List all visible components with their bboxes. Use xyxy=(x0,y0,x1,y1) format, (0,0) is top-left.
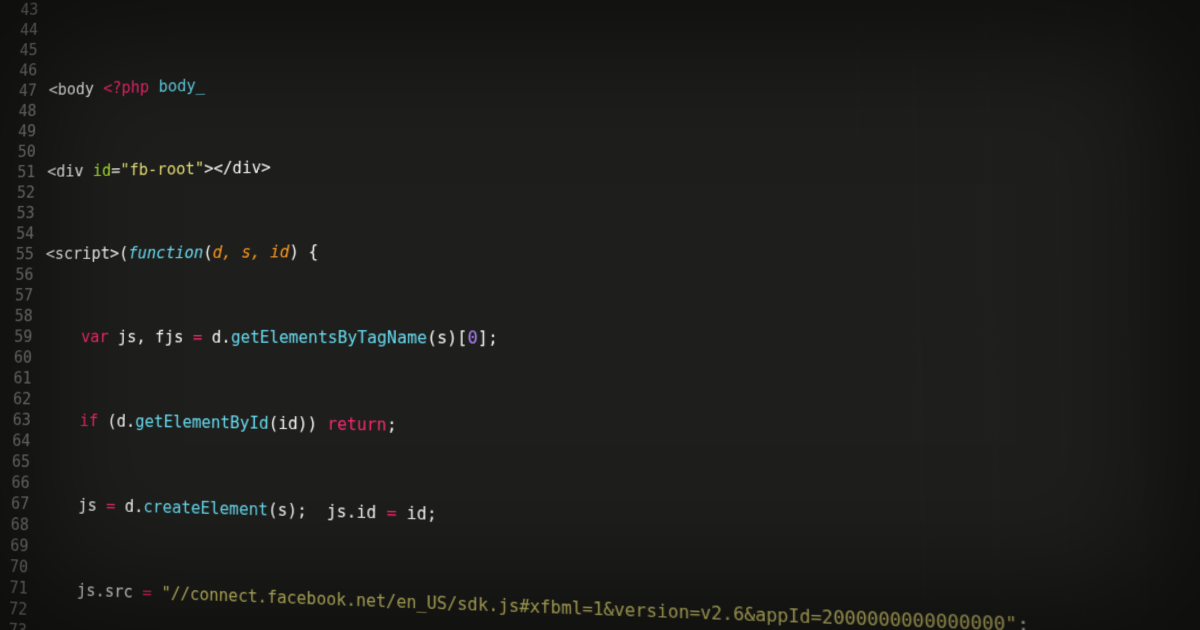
line-number: 63 xyxy=(0,409,31,430)
code-line: js = d.createElement(s); js.id = id; xyxy=(41,494,1200,552)
line-number: 72 xyxy=(0,598,28,621)
line-number: 68 xyxy=(0,513,29,535)
line-number: 45 xyxy=(0,40,38,62)
line-number: 43 xyxy=(1,0,39,21)
line-number: 49 xyxy=(0,121,36,142)
code-line: if (d.getElementById(id)) return; xyxy=(43,410,1200,452)
line-number: 67 xyxy=(0,492,29,514)
line-number: 46 xyxy=(0,60,37,81)
line-number: 59 xyxy=(0,326,32,347)
line-number: 70 xyxy=(0,555,28,577)
code-line: var js, fjs = d.getElementsByTagName(s)[… xyxy=(44,326,1200,353)
line-number: 56 xyxy=(0,264,34,285)
code-line: js.src = "//connect.facebook.net/en_US/s… xyxy=(40,578,1200,630)
line-number: 69 xyxy=(0,534,29,556)
code-line: <body <?php body_ xyxy=(49,37,1200,100)
line-number: 51 xyxy=(0,162,35,183)
line-number: 48 xyxy=(0,101,37,122)
code-line: <script>(function(d, s, id) { xyxy=(46,231,1200,265)
line-number: 71 xyxy=(0,576,28,599)
line-number: 57 xyxy=(0,285,33,306)
line-number: 62 xyxy=(0,388,31,409)
line-number: 61 xyxy=(0,368,32,389)
code-area[interactable]: <body <?php body_ <div id="fb-root"></di… xyxy=(35,0,1200,630)
line-number: 55 xyxy=(0,244,34,265)
line-number: 66 xyxy=(0,472,30,494)
line-number: 47 xyxy=(0,80,37,101)
line-number: 44 xyxy=(0,20,38,42)
line-number: 54 xyxy=(0,223,34,244)
line-number: 73 xyxy=(0,619,27,630)
line-number: 60 xyxy=(0,347,32,368)
line-number: 50 xyxy=(0,141,36,162)
line-number: 52 xyxy=(0,182,35,203)
line-number: 64 xyxy=(0,430,31,452)
code-editor[interactable]: 4344454647484950515253545556575859606162… xyxy=(0,0,1200,630)
line-number: 58 xyxy=(0,306,33,327)
code-line: <div id="fb-root"></div> xyxy=(47,133,1200,181)
line-number: 65 xyxy=(0,451,30,473)
line-number: 53 xyxy=(0,203,35,224)
